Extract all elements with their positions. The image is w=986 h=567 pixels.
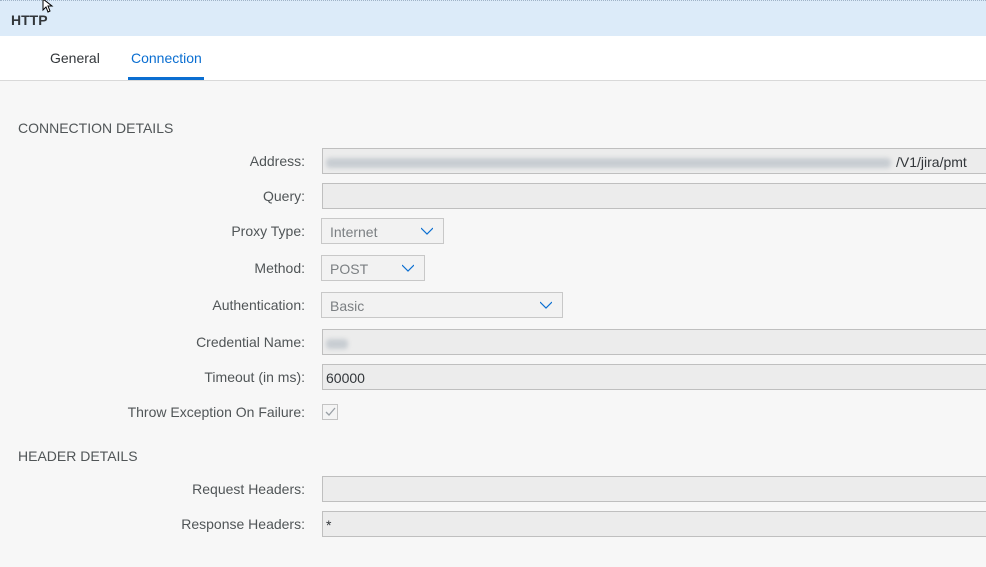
mouse-cursor-icon (42, 0, 54, 13)
timeout-field[interactable]: 60000 (322, 364, 986, 390)
request-headers-field[interactable] (322, 476, 986, 502)
proxy-type-value: Internet (330, 224, 378, 240)
method-select[interactable]: POST (321, 255, 425, 281)
credential-name-field[interactable] (322, 329, 986, 355)
title-bar: HTTP (0, 0, 986, 36)
authentication-label: Authentication: (212, 297, 305, 313)
throw-exception-checkbox[interactable] (322, 404, 338, 420)
query-field[interactable] (322, 183, 986, 209)
method-label: Method: (254, 260, 305, 276)
checkmark-icon (325, 407, 336, 416)
authentication-select[interactable]: Basic (321, 292, 563, 318)
header-details-heading: HEADER DETAILS (18, 448, 138, 464)
query-label: Query: (262, 188, 305, 204)
page-title: HTTP (11, 12, 48, 28)
tab-general[interactable]: General (50, 50, 100, 66)
request-headers-label: Request Headers: (192, 481, 305, 497)
chevron-down-icon (402, 264, 414, 272)
credential-name-label: Credential Name: (196, 334, 305, 350)
chevron-down-icon (421, 227, 433, 235)
throw-exception-label: Throw Exception On Failure: (127, 404, 305, 420)
address-field[interactable]: /V1/jira/pmt (322, 148, 986, 174)
credential-name-redacted (326, 339, 348, 350)
timeout-label: Timeout (in ms): (204, 369, 305, 385)
address-label: Address: (249, 153, 305, 169)
response-headers-field[interactable]: * (322, 511, 986, 537)
tab-connection[interactable]: Connection (131, 50, 202, 66)
chevron-down-icon (540, 301, 552, 309)
proxy-type-select[interactable]: Internet (321, 218, 444, 244)
connection-details-heading: CONNECTION DETAILS (18, 120, 174, 136)
proxy-type-label: Proxy Type: (231, 223, 305, 239)
address-redacted (326, 158, 891, 169)
tab-bar: General Connection (0, 36, 986, 81)
address-value-tail: /V1/jira/pmt (896, 154, 967, 170)
authentication-value: Basic (330, 298, 365, 314)
active-tab-indicator (128, 77, 204, 80)
response-headers-label: Response Headers: (181, 516, 305, 532)
method-value: POST (330, 261, 369, 277)
